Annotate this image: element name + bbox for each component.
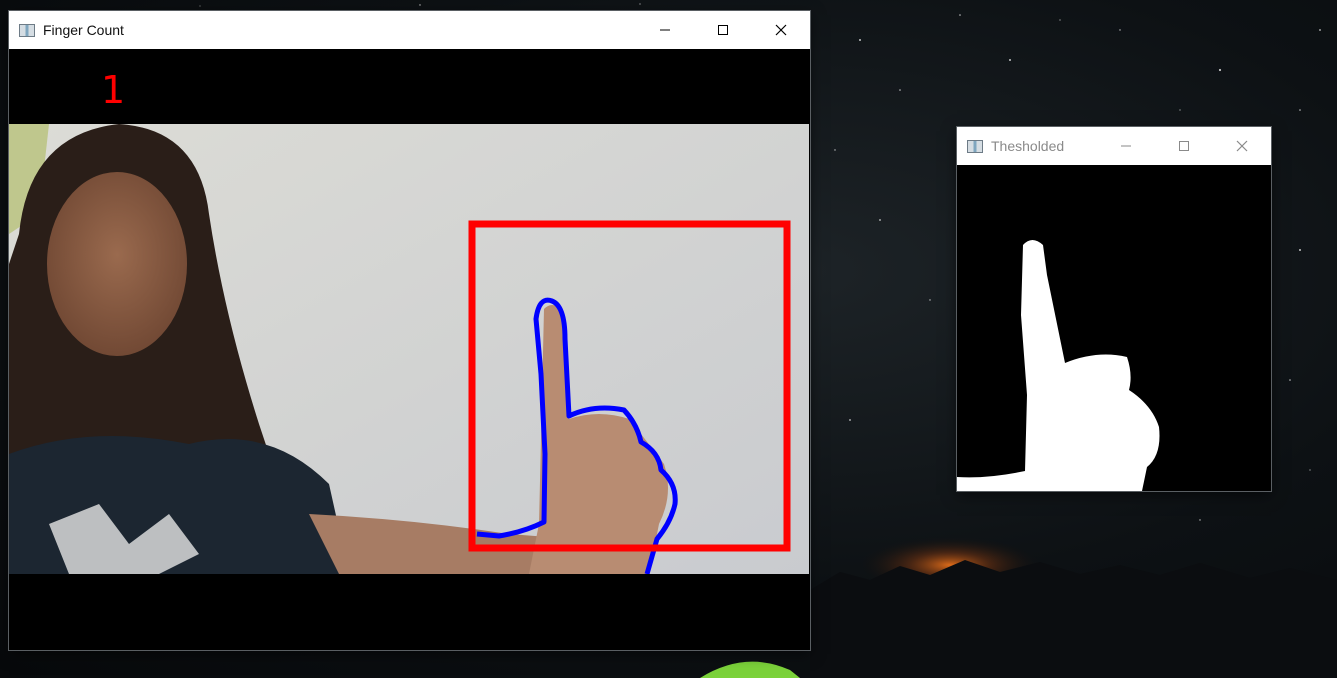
title-bar[interactable]: Finger Count bbox=[9, 11, 810, 49]
threshold-mask bbox=[957, 165, 1271, 491]
close-button[interactable] bbox=[752, 11, 810, 49]
close-button[interactable] bbox=[1213, 127, 1271, 165]
maximize-button[interactable] bbox=[1155, 127, 1213, 165]
window-title: Finger Count bbox=[43, 22, 124, 38]
minimize-button[interactable] bbox=[636, 11, 694, 49]
threshold-canvas bbox=[957, 165, 1271, 491]
minimize-icon bbox=[660, 29, 670, 31]
maximize-icon bbox=[718, 25, 728, 35]
video-canvas: 1 bbox=[9, 49, 810, 650]
person-face bbox=[47, 172, 187, 356]
title-bar[interactable]: Thesholded bbox=[957, 127, 1271, 165]
window-title: Thesholded bbox=[991, 138, 1065, 154]
close-icon bbox=[1236, 140, 1248, 152]
tent-glow bbox=[700, 661, 800, 678]
minimize-icon bbox=[1121, 145, 1131, 147]
camera-frame bbox=[9, 124, 809, 574]
app-icon bbox=[19, 23, 35, 37]
close-icon bbox=[775, 24, 787, 36]
finger-count-window[interactable]: Finger Count 1 bbox=[9, 11, 810, 650]
minimize-button[interactable] bbox=[1097, 127, 1155, 165]
app-icon bbox=[967, 139, 983, 153]
maximize-button[interactable] bbox=[694, 11, 752, 49]
thresholded-window[interactable]: Thesholded bbox=[957, 127, 1271, 491]
finger-count-label: 1 bbox=[101, 68, 126, 112]
maximize-icon bbox=[1179, 141, 1189, 151]
